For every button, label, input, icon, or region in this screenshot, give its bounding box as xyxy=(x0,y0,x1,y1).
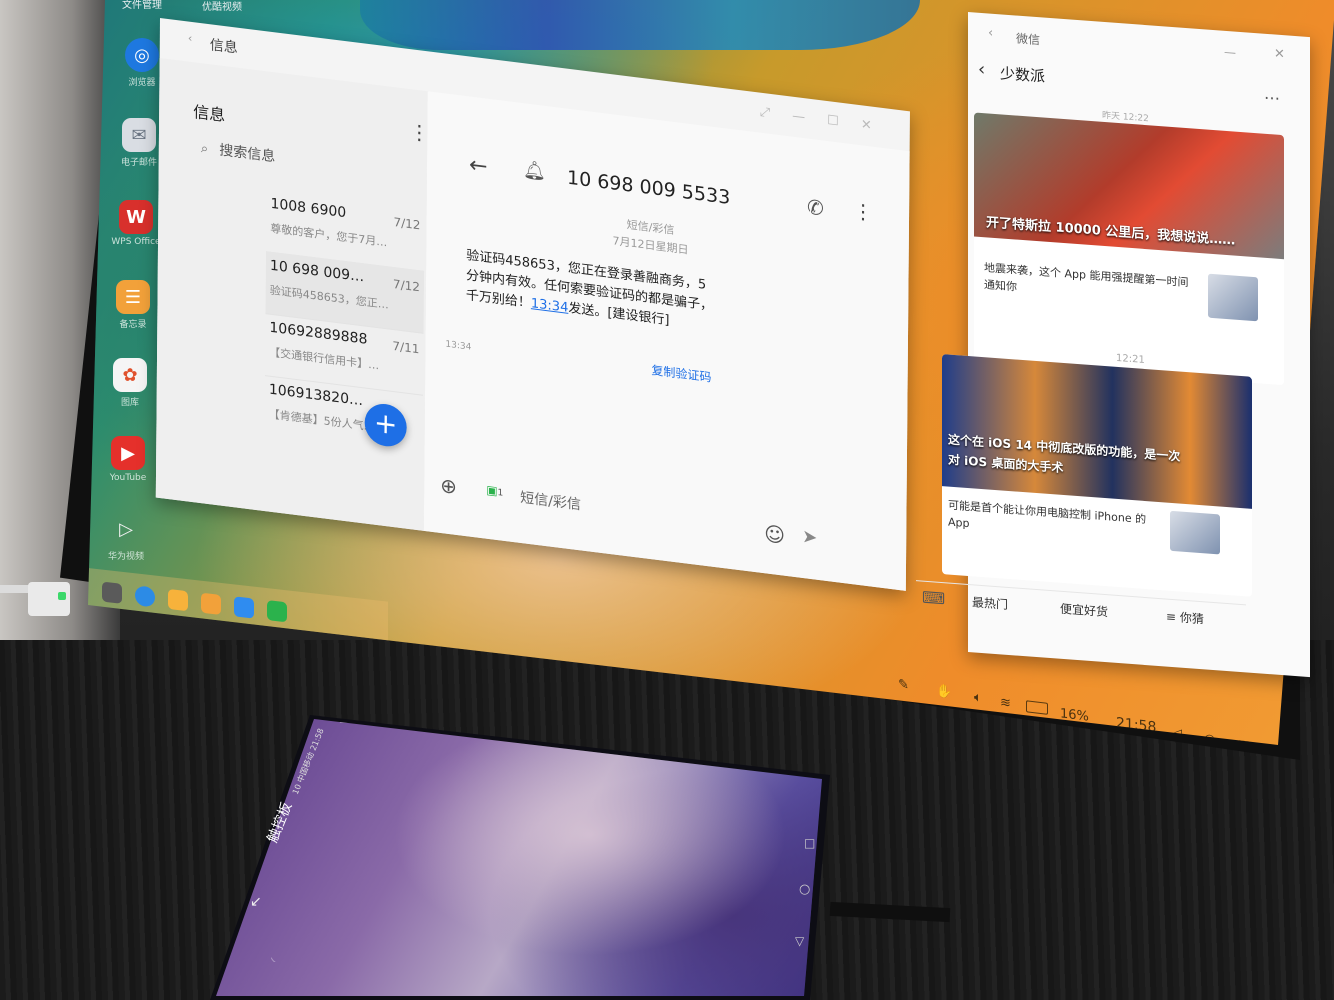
date-divider: 7月12日星期日 xyxy=(612,234,689,257)
minimize-icon[interactable]: — xyxy=(1224,45,1236,60)
titlebar-back-icon[interactable]: ‹ xyxy=(188,31,193,45)
fullscreen-icon[interactable]: ⤢ xyxy=(760,105,793,124)
wifi-icon[interactable]: ≋ xyxy=(1000,695,1011,711)
desktop-app-gallery[interactable]: ✿ 图库 xyxy=(94,358,166,408)
conversation-date: 7/12 xyxy=(392,277,420,295)
window-controls: ⤢—☐✕ xyxy=(760,105,894,137)
conversation-preview: 【交通银行信用卡】… xyxy=(269,345,380,373)
titlebar-back-icon[interactable]: ‹ xyxy=(988,25,993,40)
back-arrow-icon[interactable]: ← xyxy=(469,152,488,179)
copy-code-button[interactable]: 复制验证码 xyxy=(651,361,711,385)
youtube-icon: ▶ xyxy=(111,436,145,470)
close-icon[interactable]: ✕ xyxy=(861,117,894,136)
phone-back-arrow-icon[interactable]: ↙ xyxy=(250,894,262,910)
launcher-icon[interactable] xyxy=(102,581,122,604)
article-title: 地震来袭，这个 App 能用强提醒第一时间通知你 xyxy=(984,261,1189,294)
email-icon: ✉ xyxy=(122,118,156,152)
conversation-preview: 尊敬的客户，您于7月… xyxy=(270,221,388,250)
maximize-icon[interactable]: ☐ xyxy=(827,113,861,132)
wechat-icon[interactable] xyxy=(267,600,288,623)
notes-icon[interactable] xyxy=(201,592,222,615)
conversation-name: 10 698 009… xyxy=(269,257,365,286)
phone-home-icon[interactable]: ○ xyxy=(799,882,810,897)
messages-icon[interactable] xyxy=(234,596,255,619)
conversation-name: 10692889888 xyxy=(269,319,368,348)
gallery-icon: ✿ xyxy=(113,358,147,392)
account-name: 少数派 xyxy=(1000,64,1046,86)
bell-icon[interactable]: 🔔︎ xyxy=(523,159,546,183)
volume-icon[interactable]: 🔈︎ xyxy=(974,690,982,706)
close-icon[interactable]: ✕ xyxy=(1274,46,1285,62)
notes-icon: ☰ xyxy=(116,280,150,314)
browser-icon[interactable] xyxy=(135,585,156,608)
app-label: YouTube xyxy=(109,473,147,483)
wallpaper-wave xyxy=(360,0,920,50)
conversation-preview: 【肯德基】5份人气… xyxy=(268,407,375,434)
search-icon: ⌕ xyxy=(200,141,209,157)
browser-icon: ◎ xyxy=(125,38,159,72)
usb-led xyxy=(58,592,66,600)
desktop-app-video[interactable]: ▷ 华为视频 xyxy=(90,512,162,563)
sidebar-title: 信息 xyxy=(193,102,226,126)
phone-recents-icon[interactable]: □ xyxy=(804,836,815,850)
titlebar-title: 微信 xyxy=(1016,31,1041,48)
article-card[interactable]: 开了特斯拉 10000 公里后，我想说说…… 地震来袭，这个 App 能用强提醒… xyxy=(974,112,1284,386)
more-options-icon[interactable]: … xyxy=(1264,84,1280,104)
article-thumbnail xyxy=(1170,510,1220,555)
menu-item-deals[interactable]: 便宜好货 xyxy=(1060,600,1108,621)
conversation-name: 1008 6900 xyxy=(270,195,347,222)
conversation-name: 106913820… xyxy=(268,381,364,410)
wps-icon: W xyxy=(119,200,153,234)
battery-icon xyxy=(1026,700,1048,715)
message-time-link[interactable]: 13:34 xyxy=(531,296,569,316)
back-arrow-icon[interactable]: ‹ xyxy=(978,59,985,81)
timestamp: 12:21 xyxy=(1116,352,1145,366)
emoji-icon[interactable]: ☺ xyxy=(764,521,785,548)
titlebar-title: 信息 xyxy=(209,37,238,57)
app-label: 图库 xyxy=(120,398,139,408)
menu-item-hot[interactable]: 最热门 xyxy=(972,593,1008,613)
conversation-date: 7/11 xyxy=(392,338,420,357)
search-field[interactable]: ⌕ 搜索信息 xyxy=(201,137,401,186)
video-icon: ▷ xyxy=(119,518,133,540)
article-cover-image xyxy=(942,354,1252,509)
gallery-icon[interactable] xyxy=(168,588,189,612)
desktop-label-files[interactable]: 文件管理 xyxy=(122,0,162,11)
sim-number: 1 xyxy=(497,488,504,499)
app-label: 华为视频 xyxy=(107,552,144,562)
keyboard-icon[interactable]: ⌨ xyxy=(922,588,945,609)
hand-icon[interactable]: ✋ xyxy=(936,683,952,700)
conversation-sidebar: 信息 ⋮ ⌕ 搜索信息 1008 6900 7/12 尊敬的客户，您于7月… 1… xyxy=(155,57,429,531)
message-timestamp: 13:34 xyxy=(445,339,472,353)
contact-number: 10 698 009 5533 xyxy=(566,166,731,209)
messages-window: ‹ 信息 ⤢—☐✕ 信息 ⋮ ⌕ 搜索信息 1008 6900 7/12 尊敬的… xyxy=(155,18,910,591)
add-attachment-icon[interactable]: ⊕ xyxy=(440,473,457,499)
phone-back-icon[interactable]: ▽ xyxy=(795,934,804,948)
article-thumbnail xyxy=(1208,273,1258,322)
article-title: 可能是首个能让你用电脑控制 iPhone 的 App xyxy=(948,498,1147,531)
pen-icon[interactable]: ✎ xyxy=(898,677,909,693)
desktop-app-youtube[interactable]: ▶ YouTube xyxy=(92,436,164,483)
more-options-icon[interactable]: ⋮ xyxy=(853,198,873,224)
desktop-label-youku[interactable]: 优酷视频 xyxy=(202,0,242,13)
search-placeholder: 搜索信息 xyxy=(219,142,276,166)
message-input[interactable]: 短信/彩信 xyxy=(520,487,581,515)
wechat-window: ‹ 微信 — ✕ ‹ 少数派 … 昨天 12:22 开了特斯拉 10000 公里… xyxy=(916,12,1310,678)
conversation-date: 7/12 xyxy=(393,215,421,233)
phone-icon[interactable]: ✆ xyxy=(807,195,824,221)
message-bubble[interactable]: 验证码458653，您正在登录善融商务，5分钟内有效。任何索要验证码的都是骗子，… xyxy=(466,246,717,337)
chat-panel: ← 🔔︎ 10 698 009 5533 ✆ ⋮ 短信/彩信 7月12日星期日 … xyxy=(423,91,910,591)
sim-selector[interactable]: ▣1 xyxy=(486,483,503,499)
article-card[interactable]: 这个在 iOS 14 中彻底改版的功能，是一次 对 iOS 桌面的大手术 可能是… xyxy=(942,354,1252,597)
send-icon[interactable]: ➤ xyxy=(802,526,817,549)
menu-item-guess[interactable]: ≡ 你猜 xyxy=(1166,608,1204,628)
conversation-preview: 验证码458653，您正… xyxy=(269,283,389,312)
minimize-icon[interactable]: — xyxy=(792,109,827,128)
